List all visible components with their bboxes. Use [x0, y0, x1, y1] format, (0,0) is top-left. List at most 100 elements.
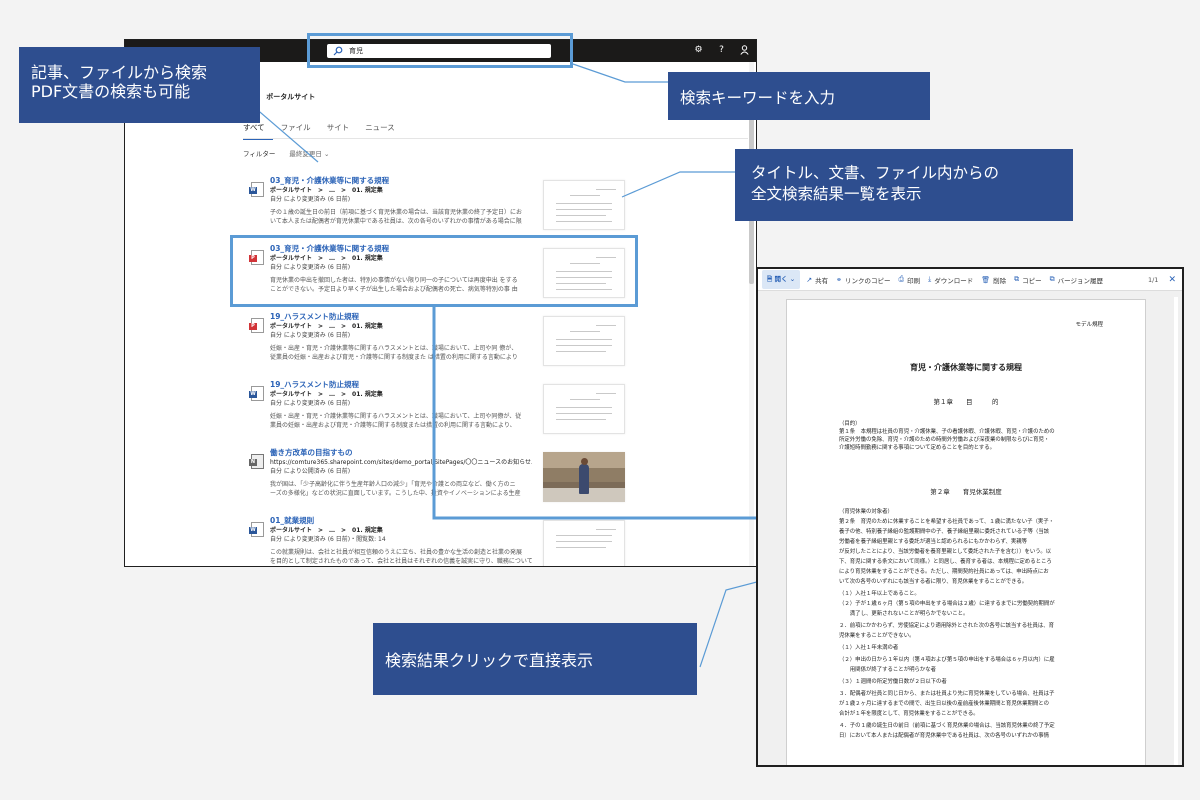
doc-heading: （育児休業の対象者） — [839, 509, 893, 515]
delete-label: 削除 — [993, 276, 1007, 285]
search-results: W 03_育児・介護休業等に関する規程 ポータルサイト > … > 01. 規定… — [249, 174, 625, 566]
share-button[interactable]: ↗ 共有 — [806, 275, 828, 285]
doc-line: （２）申出の日から１年以内（第４項および第５項の申出をする場合は６ヶ月以内）に雇 — [839, 657, 1055, 663]
word-file-icon: W — [249, 182, 264, 197]
doc-line: （１）入社１年未満の者 — [839, 645, 899, 651]
result-thumbnail[interactable] — [543, 520, 625, 566]
callout-click: 検索結果クリックで直接表示 — [373, 623, 697, 695]
result-snippet: 妊娠・出産・育児・介護休業等に関するハラスメントとは、職場において、上司や同 僚… — [270, 345, 518, 352]
doc-title: 育児・介護休業等に関する規程 — [910, 362, 1022, 372]
result-snippet: この就業規則は、会社と社員が相互信頼のうえに立ち、社員の豊かな生活の創造と社業の… — [270, 549, 523, 556]
search-result[interactable]: P 19_ハラスメント防止規程 ポータルサイト > … > 01. 規定集 自分… — [249, 312, 625, 378]
doc-line: 合計が１年を限度として、育児休業をすることができる。 — [839, 711, 979, 717]
result-snippet: 業員の妊娠・出産および育児・介護等に関する制度または措置の利用に関する言動により… — [270, 422, 516, 429]
word-file-icon: W — [249, 386, 264, 401]
doc-line: 所定外労働の免除、育児・介護のための時間外労働および深夜業の制限ならびに育児・ — [839, 437, 1050, 443]
result-thumbnail[interactable] — [543, 384, 625, 434]
callout-fulltext-line1: タイトル、文書、ファイル内からの — [751, 164, 1000, 182]
viewer-toolbar: 🗎 開く ⌄ ↗ 共有 ⚭ リンクのコピー ⎙ 印刷 ⤓ ダウンロード 🗑 削除 ⧉ コピー… — [758, 269, 1182, 291]
print-icon: ⎙ — [898, 275, 905, 283]
document-viewer: 🗎 開く ⌄ ↗ 共有 ⚭ リンクのコピー ⎙ 印刷 ⤓ ダウンロード 🗑 削除 ⧉ コピー… — [756, 267, 1184, 767]
doc-line: ４．子の１歳の誕生日の前日（前項に基づく育児休業の場合は、当該育児休業の終了予定 — [839, 723, 1055, 729]
result-snippet: いて本人または配偶者が育児休業中である社員は、次の各号のいずれかの事情がある場合… — [270, 218, 522, 225]
callout-articles-line1: 記事、ファイルから検索 — [31, 63, 208, 82]
doc-line: 第１条 本規程は社員の育児・介護休業、子の看護休暇、介護休暇、育児・介護のための — [839, 429, 1055, 435]
doc-line: （３）１週間の所定労働日数が２日以下の者 — [839, 679, 947, 685]
doc-line: 用関係が終了することが明らかな者 — [839, 667, 937, 673]
copy-icon: ⧉ — [1014, 275, 1020, 283]
gear-icon[interactable]: ⚙ — [693, 45, 704, 59]
news-icon: N — [249, 454, 264, 469]
copy-button[interactable]: ⧉ コピー — [1014, 275, 1042, 285]
history-icon: ⧉ — [1049, 275, 1055, 283]
doc-line: 養子の他、特別養子縁組の監護期間中の子、養子縁組里親に委託されている子等（当該 — [839, 529, 1050, 535]
filter-label: フィルター — [243, 150, 276, 158]
doc-chapter-1: 第１章 目 的 — [933, 398, 999, 406]
help-icon[interactable]: ? — [716, 45, 727, 59]
result-snippet: 子の１歳の誕生日の前日（前項に基づく育児休業の場合は、当該育児休業の終了予定日）… — [270, 209, 523, 216]
open-button[interactable]: 🗎 開く ⌄ — [762, 270, 801, 289]
search-result[interactable]: W 01_就業規則 ポータルサイト > … > 01. 規定集 自分 により変更… — [249, 516, 625, 566]
doc-line: が反対したことにより、当該労働者を養育里親として委託された子を含む））をいう。以 — [839, 549, 1052, 555]
search-result[interactable]: N 働き方改革の目指すもの https://comture365.sharepo… — [249, 448, 625, 514]
sort-dropdown[interactable]: 最終変更日 ⌄ — [289, 148, 329, 158]
scrollbar[interactable] — [749, 62, 754, 566]
download-button[interactable]: ⤓ ダウンロード — [928, 275, 973, 285]
print-label: 印刷 — [907, 276, 921, 285]
result-thumbnail[interactable] — [543, 180, 625, 230]
doc-line: （２）子が１歳６ヶ月（第５項の申出をする場合は２歳）に達するまでに労働契約期間が — [839, 601, 1055, 607]
doc-line: により育児休業をすることができる。ただし、期間契約社員にあっては、申出時点にお — [839, 569, 1049, 575]
pdf-file-icon: P — [249, 318, 264, 333]
result-snippet: 我が国は、「少子高齢化に伴う生産年齢人口の減少」「育児や介護との両立など、働く方… — [270, 481, 516, 488]
trash-icon: 🗑 — [981, 275, 991, 284]
sort-label: 最終変更日 — [289, 150, 322, 158]
callout-fulltext-line2: 全文検索結果一覧を表示 — [751, 185, 922, 203]
chevron-down-icon: ⌄ — [323, 150, 330, 158]
doc-line: 労働者を養子縁組里親とする委託が適当と認められるにもかかわらず、実親等 — [839, 539, 1028, 545]
doc-line: （１）入社１年以上であること。 — [839, 591, 920, 597]
result-thumbnail-photo[interactable] — [543, 452, 625, 502]
doc-header-right: モデル規程 — [1075, 322, 1103, 328]
viewer-scrollbar[interactable] — [1174, 297, 1178, 765]
version-history-label: バージョン履歴 — [1057, 276, 1103, 285]
copy-label: コピー — [1022, 276, 1042, 285]
breadcrumb-site[interactable]: ポータルサイト — [266, 93, 315, 101]
open-label: 開く — [774, 275, 788, 283]
doc-line: が１歳２ヶ月に達するまでの間で、出生日以後の産前産後休業期間と育児休業期間との — [839, 701, 1049, 707]
doc-heading: （目的） — [839, 421, 861, 427]
result-url[interactable]: https://comture365.sharepoint.com/sites/… — [270, 458, 532, 467]
search-result[interactable]: W 19_ハラスメント防止規程 ポータルサイト > … > 01. 規定集 自分… — [249, 380, 625, 446]
version-history-button[interactable]: ⧉ バージョン履歴 — [1050, 275, 1103, 285]
doc-line: 児休業をすることができない。 — [839, 633, 915, 639]
document-page: モデル規程 育児・介護休業等に関する規程 第１章 目 的 （目的） 第１条 本規… — [786, 299, 1146, 765]
print-button[interactable]: ⎙ 印刷 — [898, 275, 920, 285]
callout-articles: 記事、ファイルから検索 PDF文書の検索も可能 — [19, 47, 260, 123]
download-label: ダウンロード — [934, 276, 974, 285]
link-icon: ⚭ — [836, 275, 842, 284]
result-snippet: 従業員の妊娠・出産および育児・介護等に関する制度また は措置の利用に関する言動に… — [270, 354, 518, 361]
result-snippet: を目的として制定されたものであって、会社と社員はそれぞれの信義を誠実に守り、職務… — [270, 558, 532, 565]
word-file-icon: W — [249, 522, 264, 537]
user-icon[interactable] — [739, 45, 750, 59]
tab-divider — [243, 138, 748, 139]
page-count: 1/1 — [1147, 275, 1159, 284]
copy-link-label: リンクのコピー — [844, 276, 891, 285]
callout-articles-line2: PDF文書の検索も可能 — [31, 82, 191, 101]
doc-line: 日）において本人または配偶者が育児休業中である社員は、次の各号のいずれかの事情 — [839, 733, 1050, 739]
filter-bar: フィルター 最終変更日 ⌄ — [243, 148, 329, 158]
copy-link-button[interactable]: ⚭ リンクのコピー — [836, 275, 890, 285]
result-snippet: ーズの多様化」などの状況に直面しています。こうした中、投資やイノベーションによる… — [270, 490, 521, 497]
delete-button[interactable]: 🗑 削除 — [981, 275, 1006, 285]
callout-fulltext: タイトル、文書、ファイル内からの 全文検索結果一覧を表示 — [735, 149, 1073, 221]
result-highlight — [230, 235, 638, 307]
doc-chapter-2: 第２章 育児休業制度 — [930, 488, 1002, 496]
share-icon: ↗ — [806, 275, 813, 284]
doc-line: いて次の各号のいずれにも該当する者に限り、育児休業をすることができる。 — [839, 579, 1028, 585]
search-result[interactable]: W 03_育児・介護休業等に関する規程 ポータルサイト > … > 01. 規定… — [249, 176, 625, 242]
download-icon: ⤓ — [928, 275, 932, 283]
callout-keyword: 検索キーワードを入力 — [668, 72, 930, 120]
result-thumbnail[interactable] — [543, 316, 625, 366]
doc-line: 第２条 育児のために休業することを希望する社員であって、１歳に満たない子（実子・ — [839, 519, 1055, 525]
close-icon[interactable]: ✕ — [1168, 275, 1176, 285]
callout-click-text: 検索結果クリックで直接表示 — [385, 651, 594, 670]
